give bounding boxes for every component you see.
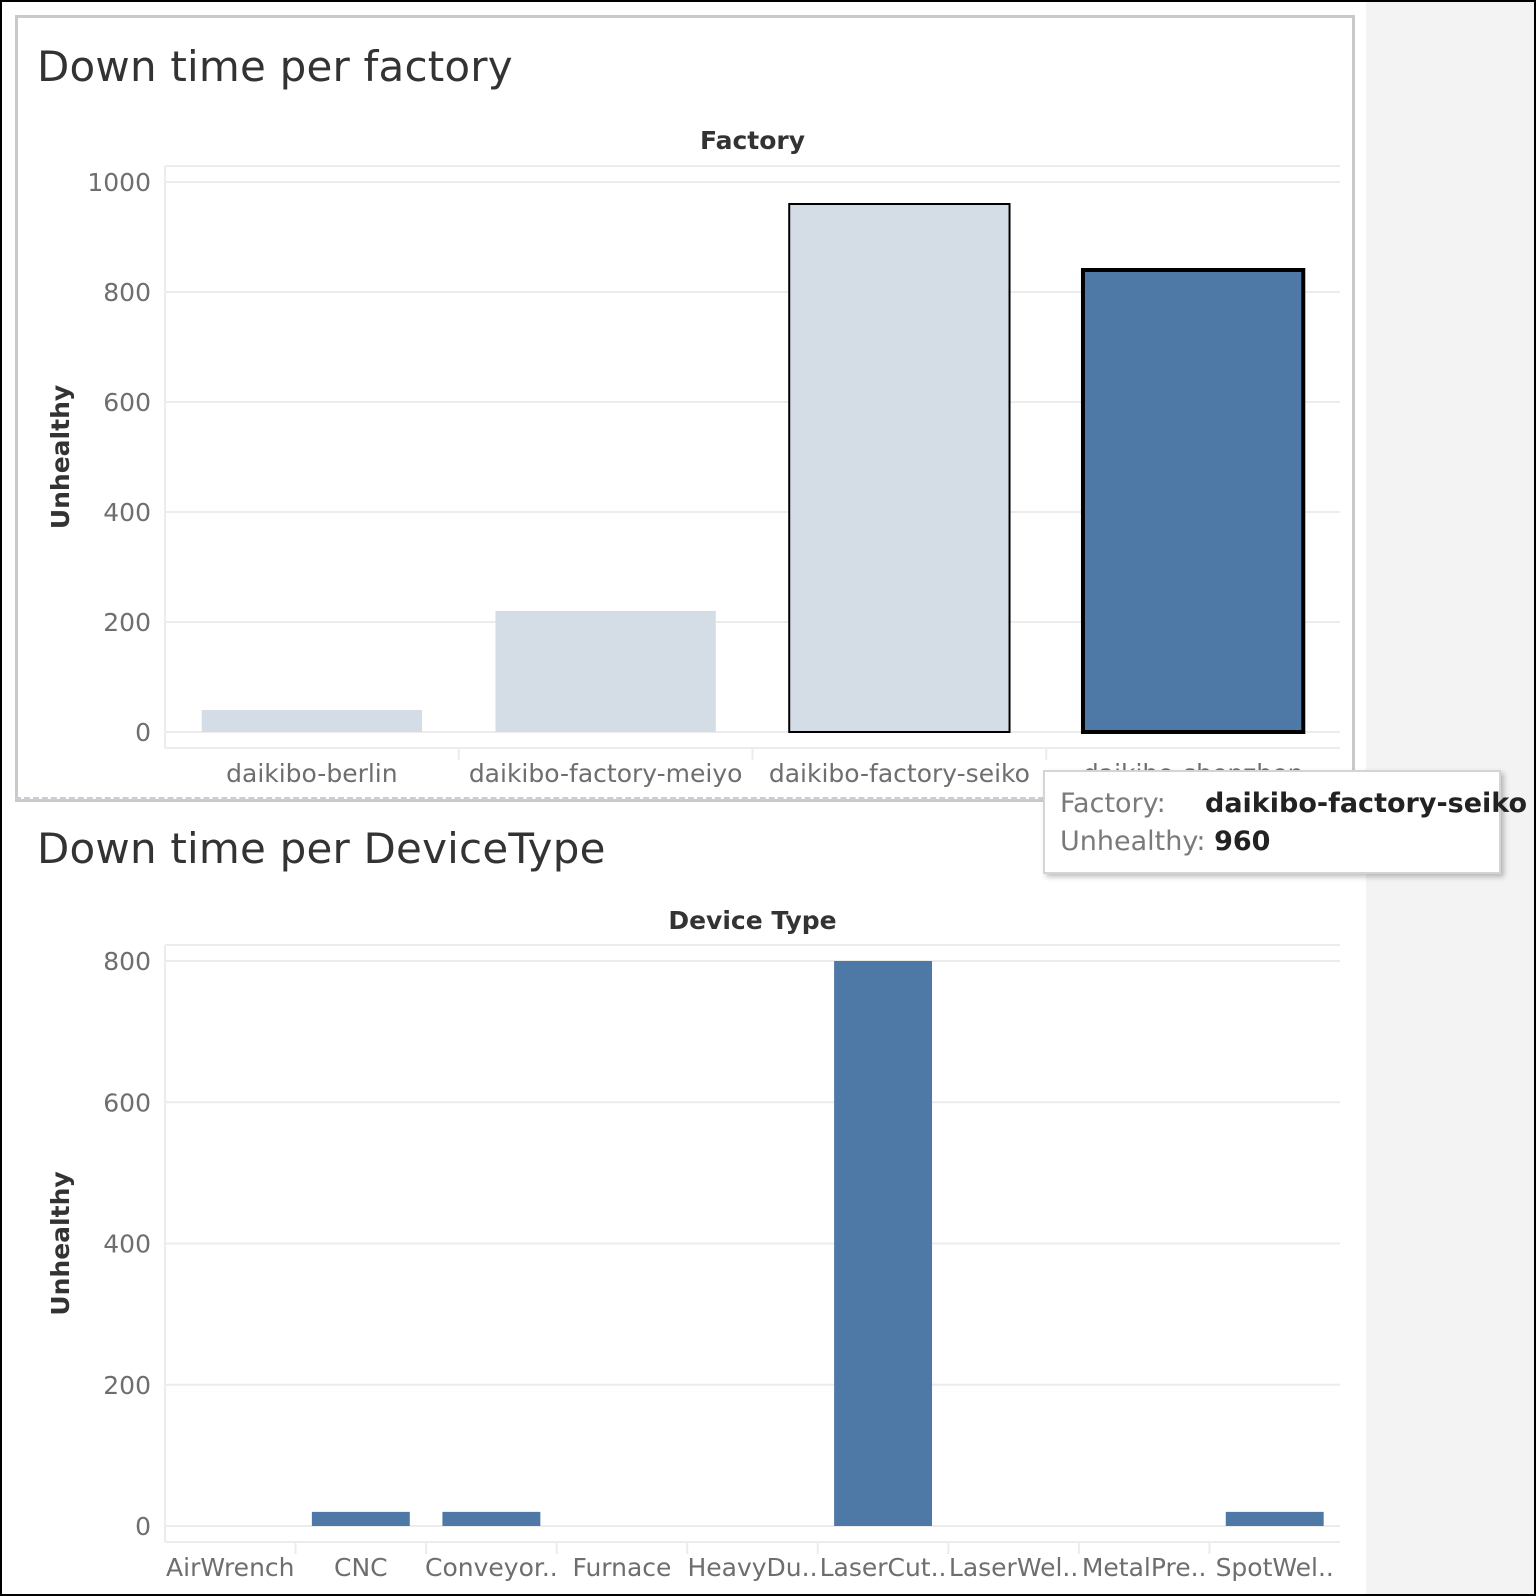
chart-1-x-tick-label: CNC <box>334 1553 388 1582</box>
chart-1-x-tick-label: SpotWel.. <box>1216 1553 1334 1582</box>
bar-daikibo-berlin[interactable] <box>201 710 423 732</box>
chart-1-x-tick-label: MetalPre.. <box>1082 1553 1207 1582</box>
tooltip-factory-key: Factory: <box>1060 788 1166 819</box>
factory-bar-chart[interactable]: Factory Unhealthy 0 200 400 600 800 1000 daikibo… <box>2 122 1366 802</box>
chart-0-x-tick-label: daikibo-factory-meiyo <box>469 759 743 788</box>
chart-1-x-tick-label: LaserCut.. <box>820 1553 947 1582</box>
dashboard-frame: Down time per factory Factory Unhealthy 0 2… <box>0 0 1536 1596</box>
chart-1-x-tick-label: LaserWel.. <box>949 1553 1078 1582</box>
chart-1-y-tick-label: 800 <box>103 947 151 976</box>
chart-0-y-tick-label: 400 <box>103 498 151 527</box>
bar-daikibo-shenzhen[interactable] <box>1080 268 1306 734</box>
chart-1-y-axis-title: Unhealthy <box>46 1171 75 1315</box>
chart-0-y-tick-label: 600 <box>103 388 151 417</box>
chart-0-x-axis-title: Factory <box>700 126 805 155</box>
chart-title-factory: Down time per factory <box>37 42 513 91</box>
chart-1-y-tick-label: 400 <box>103 1230 151 1259</box>
tooltip-unhealthy-key: Unhealthy: <box>1060 826 1206 857</box>
tooltip-factory-value: daikibo-factory-seiko <box>1205 788 1528 819</box>
chart-0-y-tick-label: 1000 <box>87 168 151 197</box>
tooltip-unhealthy-value: 960 <box>1214 826 1271 857</box>
chart-1-y-tick-label: 600 <box>103 1088 151 1117</box>
bar-spotwel[interactable] <box>1225 1511 1324 1526</box>
chart-1-x-tick-label: Furnace <box>572 1553 671 1582</box>
chart-0-y-tick-label: 200 <box>103 608 151 637</box>
chart-1-y-tick-label: 200 <box>103 1371 151 1400</box>
chart-0-y-tick-label: 800 <box>103 278 151 307</box>
chart-title-device-type: Down time per DeviceType <box>37 824 606 873</box>
tooltip-unhealthy-row: Unhealthy: 960 <box>1060 826 1270 857</box>
chart-1-x-tick-label: HeavyDu.. <box>687 1553 817 1582</box>
chart-0-y-axis-title: Unhealthy <box>46 385 75 529</box>
device-type-bar-chart[interactable]: Device Type Unhealthy 0 200 400 600 800 AirWren… <box>2 902 1366 1592</box>
chart-0-x-tick-label: daikibo-berlin <box>226 759 397 788</box>
chart-0-x-tick-label: daikibo-factory-seiko <box>769 759 1030 788</box>
bar-tooltip: Factory: daikibo-factory-seiko Unhealthy:… <box>1043 770 1527 874</box>
bar-conveyor[interactable] <box>442 1511 541 1526</box>
chart-1-x-tick-label: AirWrench <box>166 1553 294 1582</box>
chart-1-x-axis-title: Device Type <box>668 906 836 935</box>
chart-1-x-tick-label: Conveyor.. <box>425 1553 558 1582</box>
chart-1-y-tick-label: 0 <box>135 1512 151 1541</box>
bar-cnc[interactable] <box>311 1511 410 1526</box>
bar-lasercut[interactable] <box>834 961 933 1526</box>
tooltip-factory-row: Factory: daikibo-factory-seiko <box>1060 788 1527 819</box>
chart-0-y-tick-label: 0 <box>135 718 151 747</box>
bar-daikibo-factory-seiko[interactable] <box>788 203 1011 733</box>
bar-daikibo-factory-meiyo[interactable] <box>495 611 716 732</box>
